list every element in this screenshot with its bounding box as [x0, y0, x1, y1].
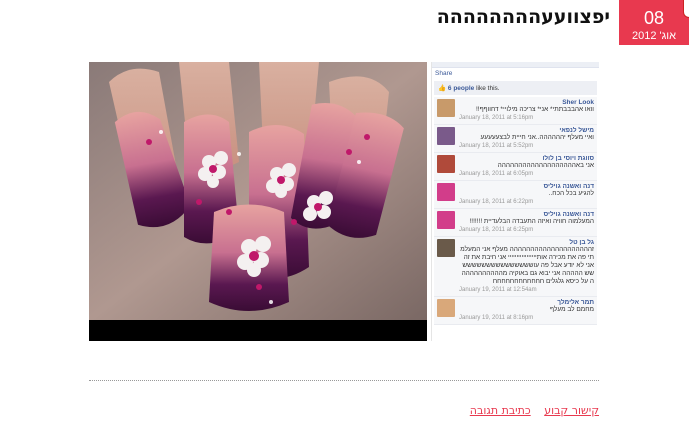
avatar[interactable] — [437, 299, 455, 317]
comment-item: Sher Look וואו אהבבבתתי* אני* צריכה מילוי… — [434, 97, 597, 125]
comment-text: להגיע בכל הכח.. — [548, 190, 594, 197]
comment-item: דנה ואשנה גויליס להגיע בכל הכח.. January 1… — [434, 181, 597, 209]
avatar[interactable] — [437, 211, 455, 229]
share-link[interactable]: Share — [432, 68, 599, 79]
comment-timestamp[interactable]: January 18, 2011 at 5:52pm — [459, 143, 594, 149]
comment-text: אני באההההההההההההההההההה — [497, 162, 594, 169]
comment-list: Sher Look וואו אהבבבתתי* אני* צריכה מילוי… — [432, 97, 599, 325]
avatar[interactable] — [437, 155, 455, 173]
comment-text: ואיי מעלף יהההההה..אני חייית לבצעעעעע — [480, 134, 594, 141]
avatar[interactable] — [437, 239, 455, 257]
comment-body: סווגת ויוסי בן לולו אני באההההההההההההההה… — [459, 155, 594, 177]
comment-author[interactable]: גל בן טל — [459, 239, 594, 246]
post-media: Share 👍 6 people like this. Sher Look ווא… — [89, 62, 599, 341]
permalink-link[interactable]: קישור קבוע — [544, 404, 599, 417]
comment-body: מישל לנפאי ואיי מעלף יהההההה..אני חייית ל… — [459, 127, 594, 149]
thumbs-up-icon: 👍 — [438, 85, 447, 92]
comment-author[interactable]: דנה ואשנה גויליס — [459, 211, 594, 218]
comment-item: מישל לנפאי ואיי מעלף יהההההה..אני חייית ל… — [434, 125, 597, 153]
comment-body: תמר אלימלך מחמם לב מעלף January 19, 2011 a… — [459, 299, 594, 321]
likes-suffix: like this. — [476, 85, 500, 92]
avatar[interactable] — [437, 127, 455, 145]
likes-count-link[interactable]: 6 people — [448, 85, 474, 92]
likes-bar: 👍 6 people like this. — [434, 81, 597, 95]
nail-art-image — [89, 62, 427, 341]
comment-timestamp[interactable]: January 18, 2011 at 6:05pm — [459, 171, 594, 177]
comment-author[interactable]: תמר אלימלך — [459, 299, 594, 306]
comment-body: גל בן טל זהההההההההההההההההההה מעלף אני ה… — [459, 239, 594, 293]
comment-body: Sher Look וואו אהבבבתתי* אני* צריכה מילוי… — [459, 99, 594, 121]
comment-item: דנה ואשנה גויליס המעלמוה חוויה ואיזה התעב… — [434, 209, 597, 237]
comment-text: מחמם לב מעלף — [550, 306, 594, 313]
comment-author[interactable]: סווגת ויוסי בן לולו — [459, 155, 594, 162]
comment-author[interactable]: מישל לנפאי — [459, 127, 594, 134]
comment-text: המעלמוה חוויה ואיזה התעבדה הבלעדיית !!!!… — [469, 218, 594, 225]
comment-item: תמר אלימלך מחמם לב מעלף January 19, 2011 a… — [434, 297, 597, 325]
comment-body: דנה ואשנה גויליס להגיע בכל הכח.. January 1… — [459, 183, 594, 205]
comment-timestamp[interactable]: January 19, 2011 at 12:54am — [459, 287, 594, 293]
post-title[interactable]: יפצוועעהההההההה — [437, 6, 610, 28]
comment-text: זהההההההההההההההההההה מעלף אני המעלמתי פ… — [460, 246, 594, 285]
date-badge: 08 אוג' 2012 — [619, 0, 689, 45]
date-month: אוג' 2012 — [631, 30, 677, 42]
avatar[interactable] — [437, 183, 455, 201]
comment-timestamp[interactable]: January 18, 2011 at 6:25pm — [459, 227, 594, 233]
comment-body: דנה ואשנה גויליס המעלמוה חוויה ואיזה התעב… — [459, 211, 594, 233]
comment-timestamp[interactable]: January 19, 2011 at 8:16pm — [459, 315, 594, 321]
avatar[interactable] — [437, 99, 455, 117]
write-comment-link[interactable]: כתיבת תגובה — [470, 404, 531, 417]
facebook-comments-panel: Share 👍 6 people like this. Sher Look ווא… — [431, 62, 599, 341]
nail-art-photo — [89, 62, 427, 341]
badge-corner — [683, 0, 689, 18]
date-day: 08 — [643, 8, 665, 28]
comment-author[interactable]: Sher Look — [459, 99, 594, 106]
post-footer: קישור קבוע כתיבת תגובה — [460, 404, 599, 417]
comment-timestamp[interactable]: January 18, 2011 at 6:22pm — [459, 199, 594, 205]
comment-text: וואו אהבבבתתי* אני* צריכה מילויי* דחווףף… — [475, 106, 594, 113]
comment-timestamp[interactable]: January 18, 2011 at 5:16pm — [459, 115, 594, 121]
comment-author[interactable]: דנה ואשנה גויליס — [459, 183, 594, 190]
post-divider — [89, 380, 599, 381]
comment-item: סווגת ויוסי בן לולו אני באההההההההההההההה… — [434, 153, 597, 181]
comment-item: גל בן טל זהההההההההההההההההההה מעלף אני ה… — [434, 237, 597, 297]
